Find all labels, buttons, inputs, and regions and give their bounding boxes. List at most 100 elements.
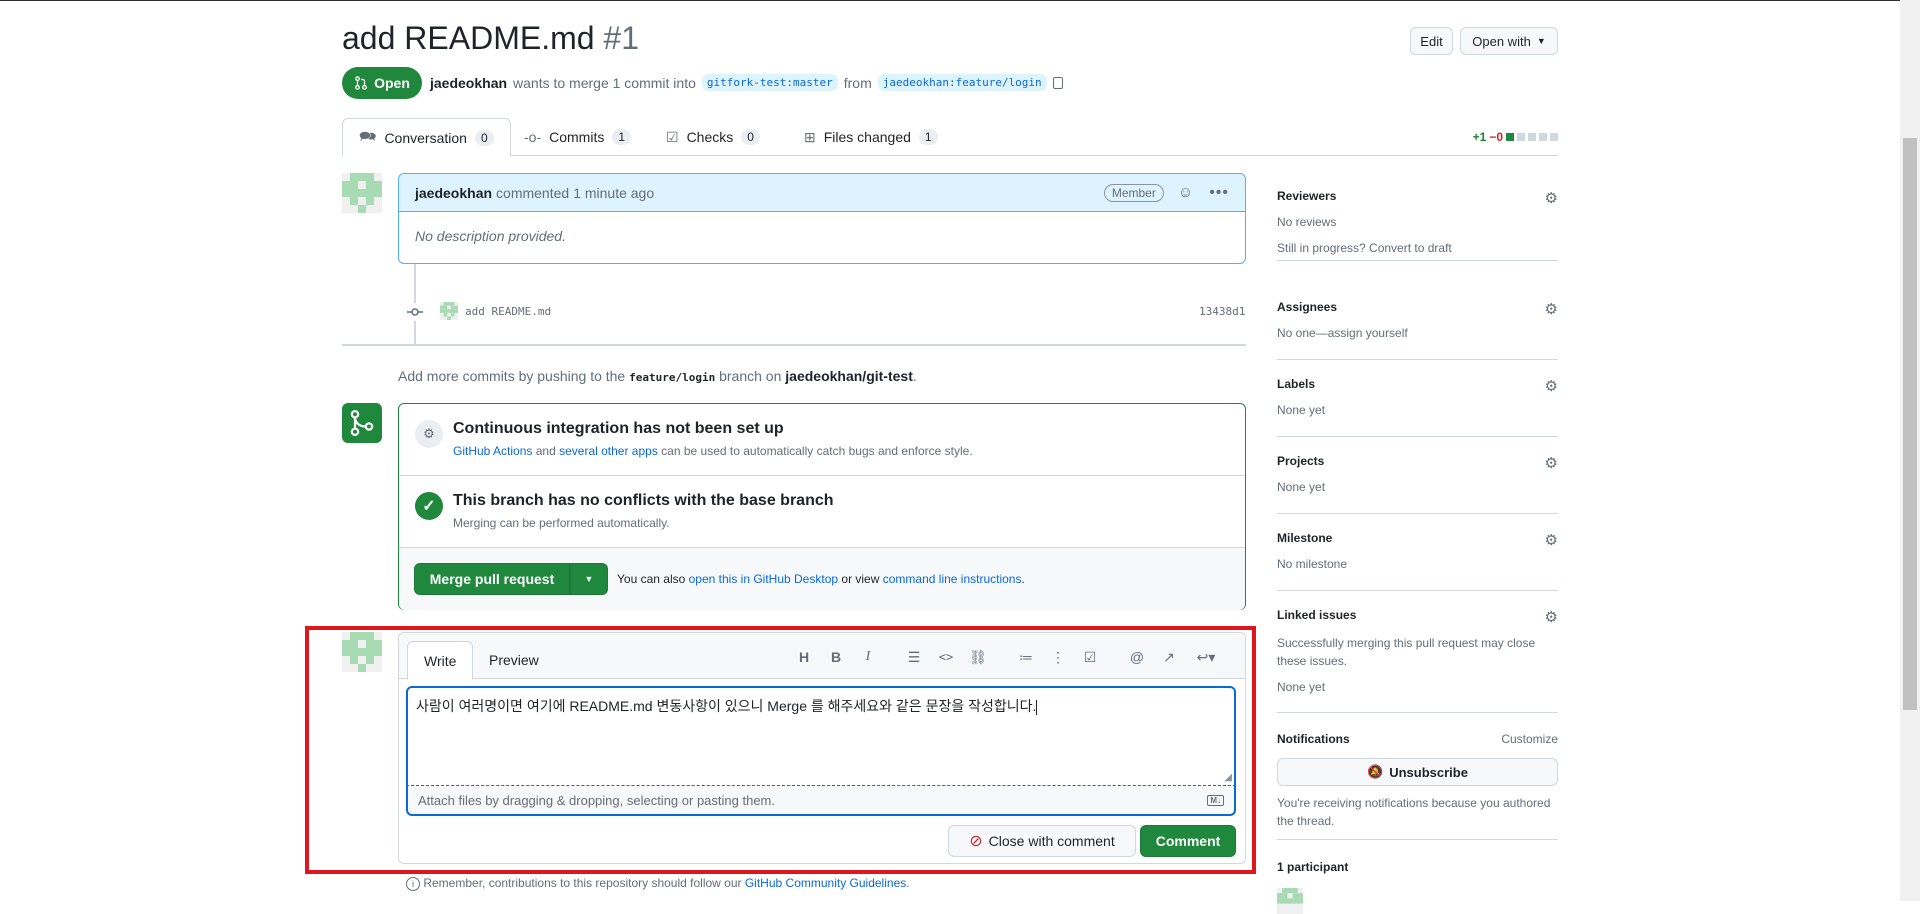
tab-counter: 0 [474, 129, 494, 146]
head-branch[interactable]: jaedeokhan:feature/login [877, 74, 1047, 91]
period: . [1021, 572, 1025, 586]
sidebar-value: None yet [1277, 403, 1326, 417]
conflict-sub: Merging can be performed automatically. [453, 516, 670, 530]
sidebar-value: None yet [1277, 480, 1326, 494]
merge-pull-request-button[interactable]: Merge pull request [414, 563, 570, 595]
guidelines-suffix: . [906, 876, 910, 890]
tab-counter: 1 [612, 129, 632, 145]
conflict-title: This branch has no conflicts with the ba… [453, 492, 834, 509]
robot-icon: ⚙ [415, 420, 443, 448]
guidelines-prefix: Remember, contributions to this reposito… [423, 876, 742, 890]
sidebar-projects: Projects ⚙ None yet [1277, 454, 1558, 514]
sidebar-milestone: Milestone ⚙ No milestone [1277, 531, 1558, 591]
merge-also-text: You can also open this in GitHub Desktop… [617, 572, 1025, 586]
sidebar-desc: Successfully merging this pull request m… [1277, 636, 1536, 668]
git-merge-icon [342, 403, 382, 443]
diffstat-block [1517, 133, 1525, 141]
diffstat-block [1550, 133, 1558, 141]
open-with-button[interactable]: Open with ▼ [1460, 27, 1558, 55]
from-text: from [843, 74, 872, 91]
edit-label: Edit [1420, 33, 1443, 49]
ci-status-row: ⚙ Continuous integration has not been se… [399, 404, 1245, 476]
comment-header: jaedeokhan commented 1 minute ago Member… [399, 174, 1245, 212]
ci-and: and [535, 444, 556, 458]
base-branch[interactable]: gitfork-test:master [701, 74, 838, 91]
copy-icon[interactable] [1052, 76, 1063, 89]
gear-icon[interactable]: ⚙ [1545, 608, 1558, 626]
github-desktop-link[interactable]: open this in GitHub Desktop [689, 572, 838, 586]
avatar[interactable] [342, 173, 382, 213]
assign-yourself-link[interactable]: No one—assign yourself [1277, 326, 1558, 340]
tab-conversation[interactable]: 🗪 Conversation 0 [342, 118, 511, 157]
diffstat-block [1539, 133, 1547, 141]
gear-icon[interactable]: ⚙ [1545, 300, 1558, 318]
sidebar-desc: You're receiving notifications because y… [1277, 796, 1551, 828]
file-diff-icon: ⊞ [804, 128, 816, 145]
pr-author-link[interactable]: jaedeokhan [430, 75, 507, 91]
diffstat: +1 −0 [1473, 130, 1558, 144]
participant-avatar[interactable] [1277, 888, 1303, 914]
sidebar-title[interactable]: Projects [1277, 454, 1558, 468]
tab-checks[interactable]: ☑ Checks 0 [650, 118, 776, 156]
page-title: add README.md #1 [342, 20, 639, 57]
gear-icon[interactable]: ⚙ [1545, 189, 1558, 207]
pr-meta: jaedeokhan wants to merge 1 commit into … [430, 74, 1063, 91]
gear-icon[interactable]: ⚙ [1545, 531, 1558, 549]
smiley-icon[interactable]: ☺ [1178, 184, 1193, 201]
sidebar-value: No reviews [1277, 215, 1337, 229]
commit-avatar[interactable] [440, 302, 458, 320]
comment-author[interactable]: jaedeokhan [415, 185, 492, 201]
kebab-menu-icon[interactable]: ••• [1209, 184, 1229, 202]
checklist-icon: ☑ [666, 128, 679, 145]
tab-files-changed[interactable]: ⊞ Files changed 1 [788, 118, 954, 156]
commit-sha[interactable]: 13438d1 [1199, 305, 1245, 318]
tab-commits[interactable]: -o- Commits 1 [508, 118, 647, 156]
member-badge: Member [1103, 183, 1164, 202]
pr-title: add README.md [342, 20, 595, 56]
community-guidelines-link[interactable]: GitHub Community Guidelines [745, 876, 906, 890]
sidebar-title: 1 participant [1277, 860, 1349, 874]
commit-message[interactable]: add README.md [465, 305, 551, 318]
sidebar-title[interactable]: Labels [1277, 377, 1558, 391]
sidebar-notifications: Notifications Customize 🔕 Unsubscribe Yo… [1277, 732, 1558, 840]
sidebar-value: None yet [1277, 680, 1326, 694]
edit-button[interactable]: Edit [1410, 27, 1453, 55]
comment-discussion-icon: 🗪 [359, 127, 377, 144]
unsubscribe-button[interactable]: 🔕 Unsubscribe [1277, 758, 1558, 786]
diffstat-block [1528, 133, 1536, 141]
gear-icon[interactable]: ⚙ [1545, 377, 1558, 395]
sidebar-title[interactable]: Assignees [1277, 300, 1558, 314]
caret-down-icon: ▼ [584, 574, 594, 584]
pull-request-icon [355, 76, 368, 90]
convert-to-draft-link[interactable]: Still in progress? Convert to draft [1277, 241, 1558, 255]
merge-text: wants to merge 1 commit into [513, 74, 696, 91]
sidebar-labels: Labels ⚙ None yet [1277, 377, 1558, 437]
tab-label: Conversation [384, 129, 467, 146]
command-line-link[interactable]: command line instructions [883, 572, 1022, 586]
ci-title: Continuous integration has not been set … [453, 420, 784, 437]
gear-icon[interactable]: ⚙ [1545, 454, 1558, 472]
check-icon: ✓ [415, 492, 443, 520]
scrollbar-thumb[interactable] [1903, 138, 1917, 710]
sidebar-title[interactable]: Reviewers [1277, 189, 1558, 203]
status-label: Open [374, 75, 410, 91]
ci-desc: GitHub Actions and several other apps ca… [453, 444, 973, 458]
sidebar-title[interactable]: Milestone [1277, 531, 1558, 545]
diffstat-deletions: −0 [1489, 130, 1503, 144]
ci-rest: can be used to automatically catch bugs … [661, 444, 973, 458]
sidebar-title[interactable]: Linked issues [1277, 608, 1558, 622]
merge-method-dropdown[interactable]: ▼ [570, 563, 608, 595]
caret-down-icon: ▼ [1536, 36, 1546, 46]
customize-link[interactable]: Customize [1501, 732, 1558, 746]
other-apps-link[interactable]: several other apps [559, 444, 658, 458]
tab-label: Commits [549, 129, 605, 145]
sidebar-linked-issues: Linked issues ⚙ Successfully merging thi… [1277, 608, 1558, 713]
add-more-repo[interactable]: jaedeokhan/git-test [785, 368, 913, 384]
github-actions-link[interactable]: GitHub Actions [453, 444, 532, 458]
add-more-commits-note: Add more commits by pushing to the featu… [398, 368, 917, 384]
comment-time[interactable]: 1 minute ago [573, 185, 654, 201]
status-badge: Open [342, 67, 422, 99]
tab-counter: 1 [918, 129, 938, 145]
add-more-suffix: . [912, 368, 917, 384]
tab-label: Checks [686, 129, 734, 145]
